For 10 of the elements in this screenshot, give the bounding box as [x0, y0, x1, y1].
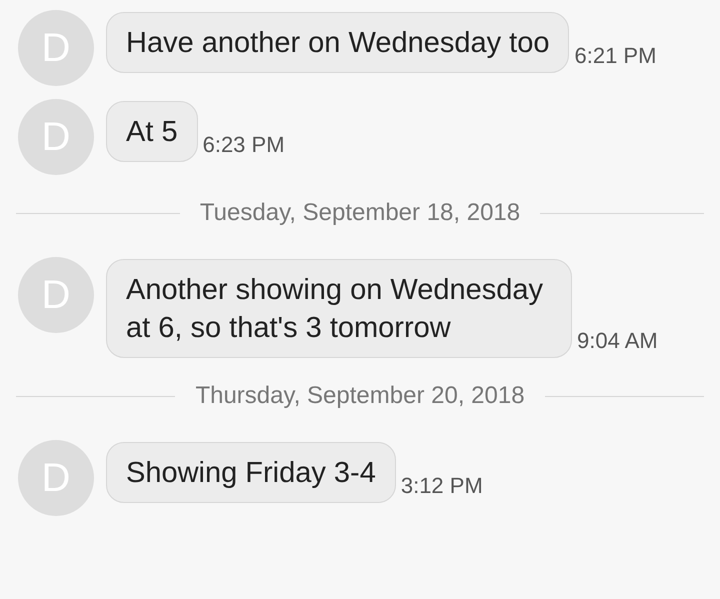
message-time: 3:12 PM — [400, 472, 483, 500]
message-time: 6:21 PM — [574, 42, 656, 70]
message-bubble: Another showing on Wednesday at 6, so that's 3 tomorrow — [106, 259, 572, 358]
message-time: 9:04 AM — [577, 327, 658, 355]
date-divider-label: Thursday, September 20, 2018 — [194, 381, 526, 411]
message-time: 6:23 PM — [202, 131, 285, 159]
message-bubble: At 5 — [106, 101, 198, 162]
message-bubble: Have another on Wednesday too — [106, 12, 570, 73]
message-bubble: Showing Friday 3-4 — [106, 442, 396, 503]
date-divider-label: Tuesday, September 18, 2018 — [198, 198, 522, 228]
